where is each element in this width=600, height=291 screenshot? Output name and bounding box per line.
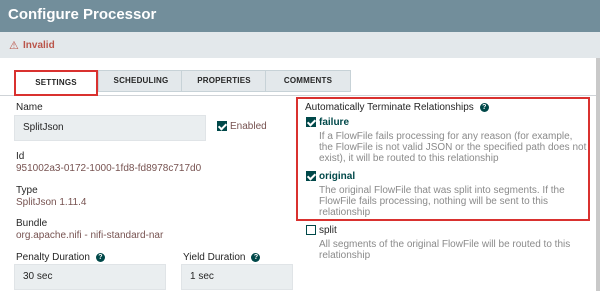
dialog-titlebar: Configure Processor [0,0,600,32]
status-bar: ⚠ Invalid [0,32,600,58]
relationship-failure-desc-2: the FlowFile is not valid JSON or the sp… [319,142,587,153]
id-value: 951002a3-0172-1000-1fd8-fd8978c717d0 [16,163,202,174]
tab-properties[interactable]: PROPERTIES [181,70,267,92]
settings-tab-highlight [14,70,98,96]
configure-processor-dialog: Configure Processor ⚠ Invalid SETTINGS S… [0,0,600,291]
relationship-original-desc-2: FlowFile fails processing, nothing will … [319,196,548,207]
penalty-duration-input[interactable]: 30 sec [14,264,166,290]
split-checkbox-icon[interactable] [306,225,316,235]
relationships-header: Automatically Terminate Relationships? [305,102,489,113]
relationship-split-desc-2: relationship [319,250,371,261]
warning-icon: ⚠ [9,40,19,52]
yield-duration-label: Yield Duration? [183,252,261,263]
tab-scheduling[interactable]: SCHEDULING [98,70,184,92]
relationship-split-desc-1: All segments of the original FlowFile wi… [319,239,571,250]
type-value: SplitJson 1.11.4 [16,197,87,208]
relationship-failure-desc-3: exist), it will be routed to this relati… [319,153,499,164]
relationships-header-text: Automatically Terminate Relationships [305,102,474,113]
tab-comments[interactable]: COMMENTS [265,70,351,92]
failure-checkbox-icon[interactable] [306,117,316,127]
scrollbar[interactable] [596,58,600,291]
bundle-label: Bundle [16,218,48,229]
penalty-duration-text: Penalty Duration [16,252,90,263]
help-icon[interactable]: ? [95,252,105,262]
help-icon[interactable]: ? [479,102,489,112]
relationship-original-desc-3: relationship [319,207,371,218]
type-label: Type [16,185,38,196]
relationship-split-name[interactable]: split [319,225,337,236]
name-input[interactable]: SplitJson [14,115,206,141]
yield-duration-text: Yield Duration [183,252,246,263]
enabled-label[interactable]: Enabled [230,121,267,132]
enabled-checkbox-icon[interactable] [217,121,227,131]
relationship-original-name[interactable]: original [319,171,355,182]
status-text: Invalid [23,40,55,51]
relationship-failure-desc-1: If a FlowFile fails processing for any r… [319,131,573,142]
relationship-failure-name[interactable]: failure [319,117,349,128]
bundle-value: org.apache.nifi - nifi-standard-nar [16,230,164,241]
dialog-title: Configure Processor [8,6,157,23]
relationship-original-desc-1: The original FlowFile that was split int… [319,185,565,196]
original-checkbox-icon[interactable] [306,171,316,181]
help-icon[interactable]: ? [251,252,261,262]
name-label: Name [16,102,43,113]
penalty-duration-label: Penalty Duration? [16,252,105,263]
yield-duration-input[interactable]: 1 sec [181,264,293,290]
id-label: Id [16,151,25,162]
